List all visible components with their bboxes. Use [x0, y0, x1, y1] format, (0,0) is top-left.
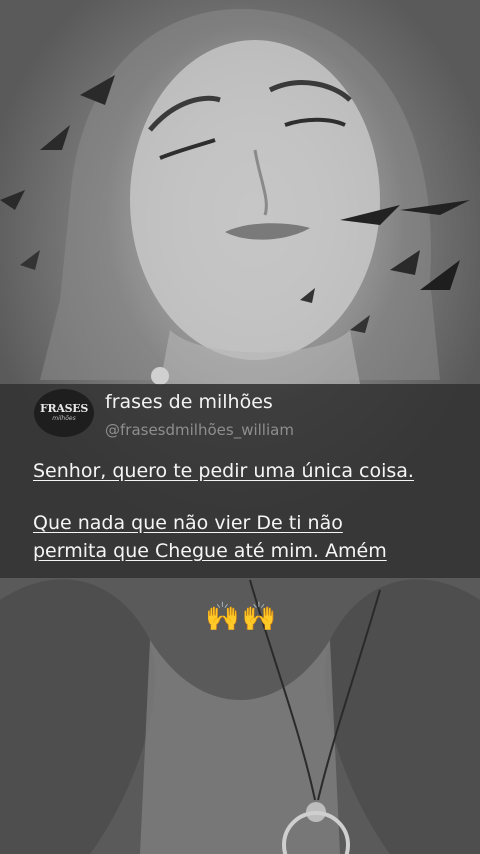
raising-hands-icon: 🙌🙌: [205, 600, 279, 633]
quote-line-1: Senhor, quero te pedir uma única coisa.: [33, 460, 414, 482]
display-name[interactable]: frases de milhões: [105, 391, 273, 413]
avatar-logo-text: FRASES: [40, 402, 88, 415]
avatar[interactable]: FRASES milhões: [34, 389, 94, 437]
quote-line-3: permita que Chegue até mim. Amém: [33, 540, 387, 562]
username-handle[interactable]: @frasesdmilhões_william: [105, 421, 294, 439]
quote-line-2: Que nada que não vier De ti não: [33, 512, 343, 534]
avatar-logo-subtext: milhões: [52, 415, 76, 422]
